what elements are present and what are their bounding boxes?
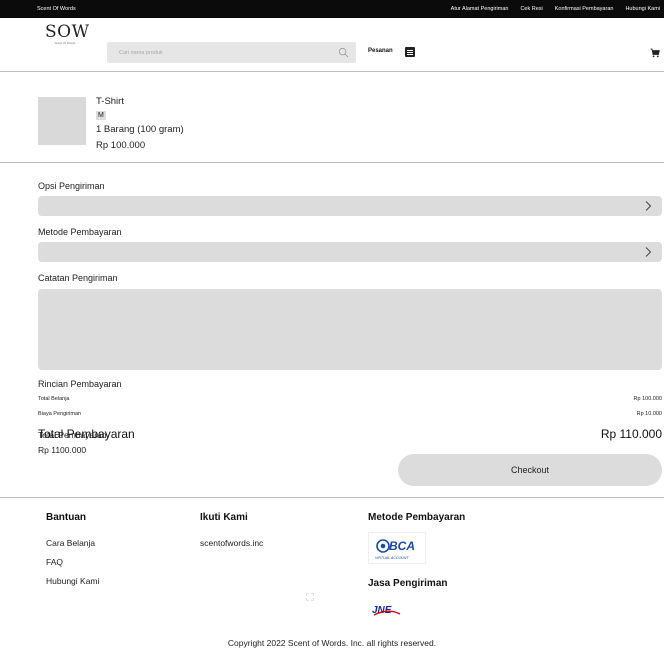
- orders-link[interactable]: Pesanan: [368, 48, 393, 54]
- search-icon[interactable]: [338, 47, 349, 58]
- payment-method-select[interactable]: [38, 242, 662, 262]
- shipping-notes-label: Catatan Pengiriman: [38, 273, 118, 283]
- checkout-button[interactable]: Checkout: [398, 454, 662, 486]
- subtotal-label: Total Belanja: [38, 396, 70, 402]
- footer-shipping-title: Jasa Pengiriman: [368, 578, 448, 589]
- payment-method-label: Metode Pembayaran: [38, 227, 122, 237]
- logo-text: SOW: [45, 22, 90, 42]
- product-summary: T-Shirt M 1 Barang (100 gram) Rp 100.000: [0, 73, 664, 163]
- copyright: Copyright 2022 Scent of Words. Inc. all …: [227, 638, 437, 648]
- top-bar-links: Atur Alamat Pengiriman Cek Resi Konfirma…: [451, 6, 660, 12]
- bca-virtual-account-logo: BCA VIRTUAL ACCOUNT: [368, 532, 426, 564]
- link-check-receipt[interactable]: Cek Resi: [520, 6, 542, 12]
- bca-logo-text: BCA: [389, 539, 415, 553]
- footer-social-handle[interactable]: scentofwords.inc: [200, 538, 263, 548]
- summary-total-label: Total Pembayaran: [38, 430, 107, 440]
- summary-total-value: Rp 1100.000: [38, 445, 87, 455]
- payment-details-title: Rincian Pembayaran: [38, 379, 122, 389]
- product-image: [38, 97, 86, 145]
- product-name: T-Shirt: [96, 96, 124, 107]
- list-icon[interactable]: [405, 47, 415, 57]
- bca-logo-icon: BCA VIRTUAL ACCOUNT: [375, 539, 415, 560]
- cart-icon[interactable]: [650, 48, 660, 58]
- top-bar: Scent Of Words Atur Alamat Pengiriman Ce…: [0, 0, 664, 18]
- logo[interactable]: SOW Scent Of Words: [45, 22, 90, 46]
- link-confirm-payment[interactable]: Konfirmasi Pembayaran: [555, 6, 614, 12]
- placeholder-image: [306, 593, 314, 601]
- shipping-notes-field[interactable]: [38, 289, 662, 370]
- shipping-option-select[interactable]: [38, 196, 662, 216]
- subtotal-value: Rp 100.000: [633, 396, 662, 402]
- footer-payment-title: Metode Pembayaran: [368, 512, 466, 523]
- shipping-cost-label: Biaya Pengiriman: [38, 411, 82, 417]
- shipping-option-label: Opsi Pengiriman: [38, 181, 105, 191]
- footer-link-contact-us[interactable]: Hubungi Kami: [46, 576, 99, 586]
- size-badge: M: [96, 111, 106, 120]
- footer-help-title: Bantuan: [46, 512, 86, 523]
- shipping-cost-value: Rp 10.000: [636, 411, 662, 417]
- link-contact-us[interactable]: Hubungi Kami: [625, 6, 660, 12]
- search-bar: [107, 42, 356, 63]
- footer-link-how-to-shop[interactable]: Cara Belanja: [46, 538, 95, 548]
- jne-logo: JNE: [372, 605, 401, 616]
- link-set-shipping-address[interactable]: Atur Alamat Pengiriman: [451, 6, 509, 12]
- bca-logo-subtext: VIRTUAL ACCOUNT: [375, 556, 409, 560]
- product-quantity: 1 Barang (100 gram): [96, 124, 184, 135]
- footer-link-faq[interactable]: FAQ: [46, 557, 63, 567]
- search-input[interactable]: [119, 46, 329, 59]
- total-value: Rp 110.000: [600, 427, 662, 441]
- product-price: Rp 100.000: [96, 140, 146, 151]
- top-bar-brand[interactable]: Scent Of Words: [37, 6, 76, 12]
- footer-divider: [0, 497, 664, 498]
- footer-follow-title: Ikuti Kami: [200, 512, 248, 523]
- chevron-right-icon: [645, 247, 652, 257]
- chevron-right-icon: [645, 201, 652, 211]
